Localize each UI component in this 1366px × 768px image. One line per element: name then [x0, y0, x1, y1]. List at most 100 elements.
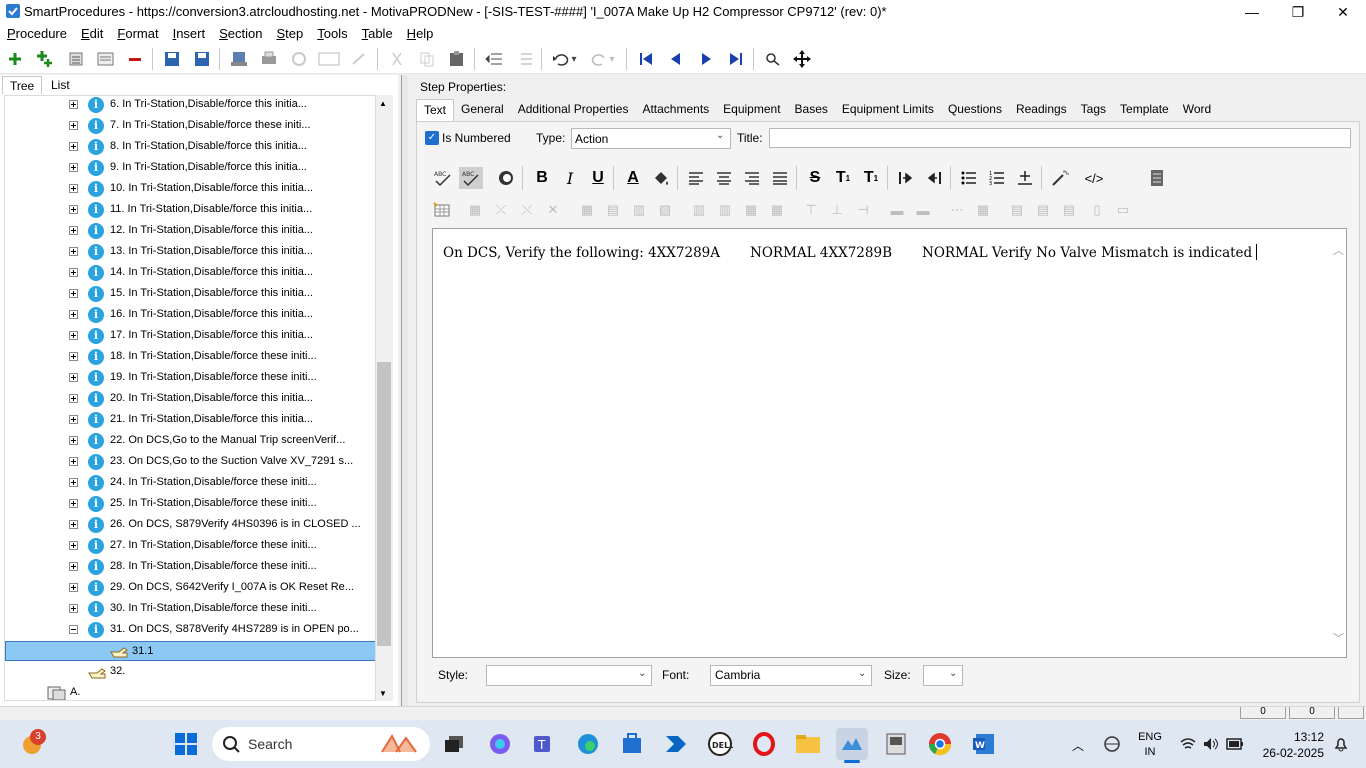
tab-readings[interactable]: Readings	[1009, 99, 1074, 121]
bulleted-list-icon[interactable]	[957, 167, 981, 189]
tree-step-row[interactable]: i 13. In Tri-Station,Disable/force this i…	[5, 242, 375, 263]
print-document-icon[interactable]	[1145, 167, 1169, 189]
expand-icon[interactable]	[69, 268, 78, 277]
numbered-list-icon[interactable]: 123	[985, 167, 1009, 189]
list-icon[interactable]	[65, 48, 87, 70]
increase-indent-icon[interactable]	[894, 167, 918, 189]
table-tool-icon[interactable]: ▦	[972, 200, 994, 220]
step-text-editor[interactable]	[432, 228, 1347, 658]
chevron-down-icon[interactable]: ⌄	[949, 668, 957, 679]
expand-icon[interactable]	[69, 478, 78, 487]
tree-step-row[interactable]: i 12. In Tri-Station,Disable/force this i…	[5, 221, 375, 242]
decrease-indent-icon[interactable]	[922, 167, 946, 189]
tree-step-row[interactable]: i 26. On DCS, S879Verify 4HS0396 is in CL…	[5, 515, 375, 536]
tab-attachments[interactable]: Attachments	[635, 99, 716, 121]
outdent-icon[interactable]	[483, 48, 505, 70]
tab-equipment[interactable]: Equipment	[716, 99, 787, 121]
tree-step-row[interactable]: i 7. In Tri-Station,Disable/force these i…	[5, 116, 375, 137]
italic-icon[interactable]: I	[558, 167, 582, 189]
redo-dropdown-icon[interactable]: ▾	[606, 48, 618, 70]
align-center-icon[interactable]	[712, 167, 736, 189]
cut-icon[interactable]	[386, 48, 408, 70]
expand-icon[interactable]	[69, 352, 78, 361]
clock-time[interactable]: 13:12	[1258, 730, 1324, 744]
style-select[interactable]	[486, 665, 652, 686]
maximize-button[interactable]: ❐	[1275, 0, 1321, 24]
store-icon[interactable]	[616, 728, 648, 760]
word-icon[interactable]: W	[968, 728, 1000, 760]
expand-icon[interactable]	[69, 142, 78, 151]
menu-edit[interactable]: Edit	[74, 24, 110, 44]
smartprocedures-taskbar-icon[interactable]	[836, 728, 868, 760]
expand-icon[interactable]	[69, 205, 78, 214]
minimize-button[interactable]: —	[1229, 0, 1275, 24]
add-substep-icon[interactable]	[34, 48, 56, 70]
expand-icon[interactable]	[69, 289, 78, 298]
add-step-icon[interactable]	[4, 48, 26, 70]
last-step-icon[interactable]	[725, 48, 747, 70]
undo-dropdown-icon[interactable]: ▾	[568, 48, 580, 70]
tree-step-row[interactable]: i 6. In Tri-Station,Disable/force this in…	[5, 96, 375, 116]
notification-bell-icon[interactable]	[1333, 736, 1349, 755]
expand-icon[interactable]	[69, 436, 78, 445]
chevron-down-icon[interactable]: ⌄	[638, 668, 646, 679]
power-automate-icon[interactable]	[660, 728, 692, 760]
table-tool-icon[interactable]: ▧	[654, 200, 676, 220]
table-tool-icon[interactable]: ⊥	[826, 200, 848, 220]
tree-step-row[interactable]: i 16. In Tri-Station,Disable/force this i…	[5, 305, 375, 326]
print-icon[interactable]	[258, 48, 280, 70]
tree-step-row[interactable]: i 10. In Tri-Station,Disable/force this i…	[5, 179, 375, 200]
expand-icon[interactable]	[69, 331, 78, 340]
subscript-icon[interactable]: T1	[859, 167, 883, 189]
tree-substep-row-selected[interactable]: 31.1	[5, 641, 375, 661]
language-indicator[interactable]: ENG	[1138, 731, 1162, 743]
title-input[interactable]	[769, 128, 1351, 148]
redo-arrow-icon[interactable]	[348, 48, 370, 70]
expand-icon[interactable]	[69, 373, 78, 382]
delete-table-icon[interactable]: ✕	[542, 200, 564, 220]
find-icon[interactable]	[762, 48, 784, 70]
underline-icon[interactable]: U	[586, 167, 610, 189]
region-indicator[interactable]: IN	[1138, 746, 1162, 758]
expand-icon[interactable]	[69, 184, 78, 193]
tree-step-row[interactable]: i 30. In Tri-Station,Disable/force these …	[5, 599, 375, 620]
tree-section-row[interactable]: A.	[5, 683, 375, 700]
scrollbar-thumb[interactable]	[377, 362, 391, 646]
next-step-icon[interactable]	[695, 48, 717, 70]
expand-icon[interactable]	[69, 499, 78, 508]
expand-icon[interactable]	[69, 541, 78, 550]
table-tool-icon[interactable]: ▦	[464, 200, 486, 220]
delete-icon[interactable]	[124, 48, 146, 70]
tree-step-row[interactable]: i 29. On DCS, S642Verify I_007A is OK Res…	[5, 578, 375, 599]
task-view-icon[interactable]	[438, 728, 470, 760]
indent-icon[interactable]	[513, 48, 535, 70]
clock-date[interactable]: 26-02-2025	[1258, 746, 1324, 760]
table-tool-icon[interactable]: ▤	[1058, 200, 1080, 220]
table-tool-icon[interactable]: ▦	[740, 200, 762, 220]
table-tool-icon[interactable]: ▦	[576, 200, 598, 220]
copilot-icon[interactable]	[484, 728, 516, 760]
expand-icon[interactable]	[69, 310, 78, 319]
tab-additional-properties[interactable]: Additional Properties	[511, 99, 636, 121]
tree-step-row[interactable]: i 19. In Tri-Station,Disable/force these …	[5, 368, 375, 389]
superscript-icon[interactable]: T1	[831, 167, 855, 189]
chevron-up-icon[interactable]: ︿	[1333, 242, 1344, 258]
expand-icon[interactable]	[69, 415, 78, 424]
table-tool-icon[interactable]: ▥	[688, 200, 710, 220]
expand-icon[interactable]	[69, 121, 78, 130]
network-status-icon[interactable]	[1102, 735, 1122, 756]
close-window-button[interactable]: ✕	[1320, 0, 1366, 24]
window-icon[interactable]	[318, 48, 340, 70]
tab-list[interactable]: List	[44, 76, 77, 94]
opera-icon[interactable]	[748, 728, 780, 760]
volume-icon[interactable]	[1203, 737, 1219, 754]
table-tool-icon[interactable]: ▤	[1006, 200, 1028, 220]
tree-step-row[interactable]: i 22. On DCS,Go to the Manual Trip screen…	[5, 431, 375, 452]
spellcheck-icon[interactable]: ABC	[431, 167, 455, 189]
spellcheck-auto-icon[interactable]: ABC	[459, 167, 483, 189]
tree-step-row[interactable]: i 27. In Tri-Station,Disable/force these …	[5, 536, 375, 557]
expand-icon[interactable]	[69, 604, 78, 613]
teams-icon[interactable]: T	[528, 728, 560, 760]
chrome-icon[interactable]	[924, 728, 956, 760]
chevron-down-icon[interactable]: ﹀	[1333, 630, 1344, 646]
